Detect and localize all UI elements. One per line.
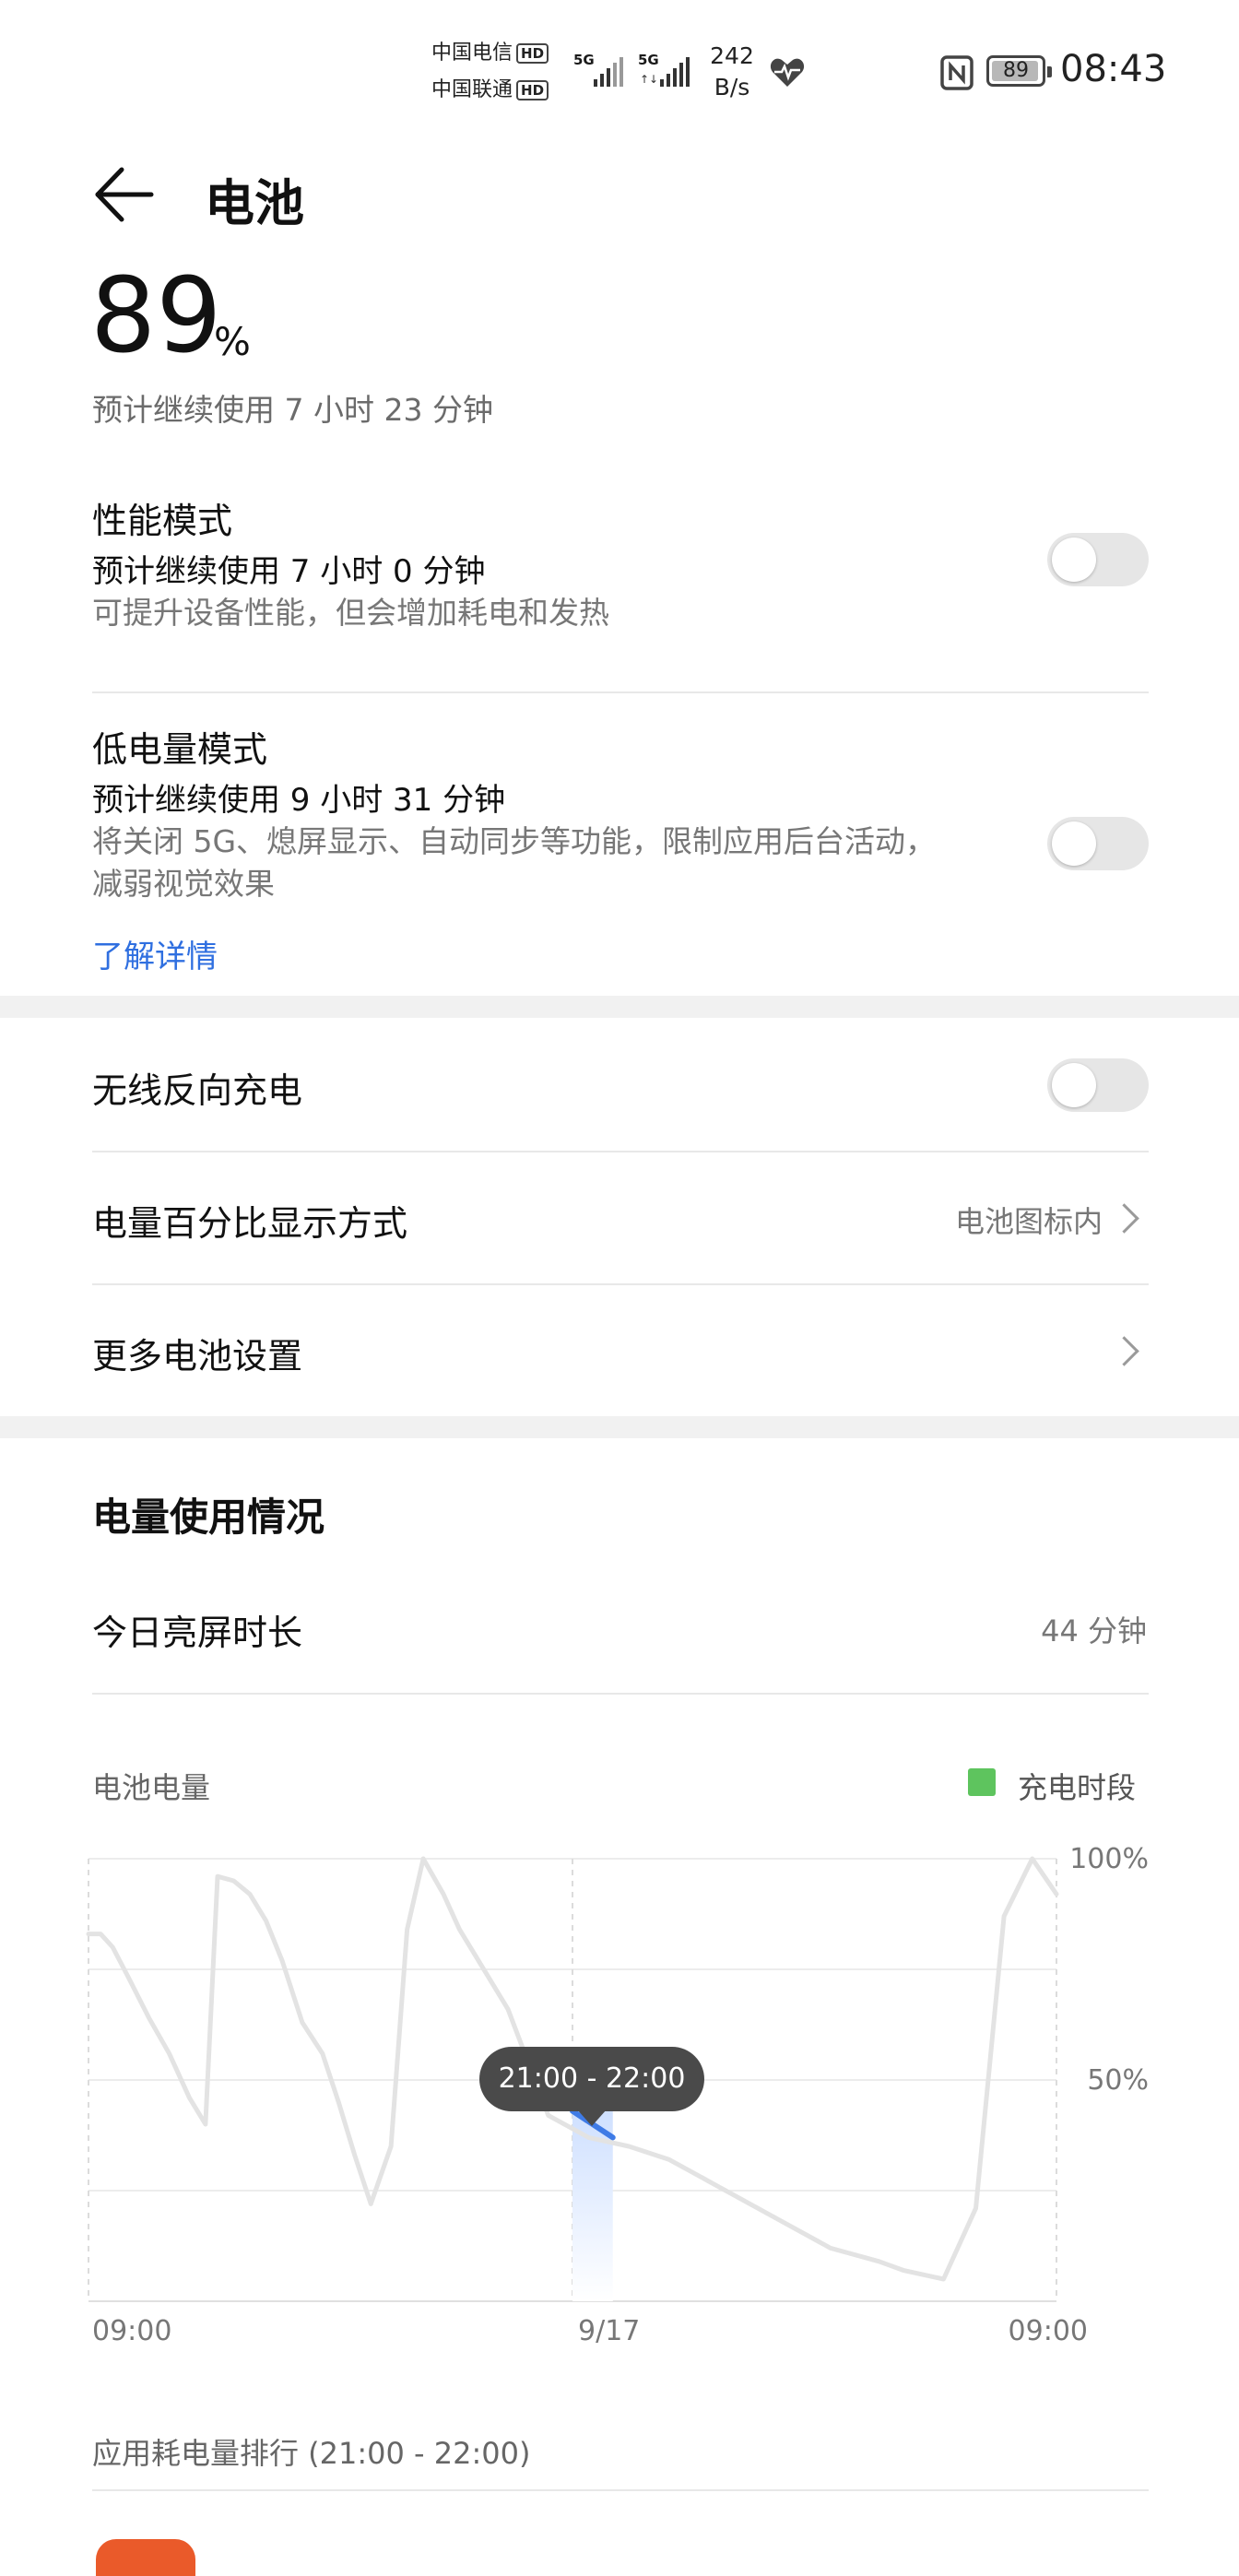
toggle-knob [1052,538,1096,582]
screen-time-label: 今日亮屏时长 [92,1613,303,1653]
low-power-mode-desc-1: 将关闭 5G、熄屏显示、自动同步等功能，限制应用后台活动， [92,823,937,859]
low-power-mode-title: 低电量模式 [92,729,268,770]
back-arrow-icon[interactable] [92,162,157,227]
wireless-reverse-toggle[interactable] [1047,1058,1149,1112]
toggle-knob [1052,1063,1096,1107]
speed-value: 242 [710,42,754,69]
y-tick-label: 50% [1087,2064,1149,2097]
status-time: 08:43 [1060,48,1167,90]
y-tick-label: 100% [1069,1843,1149,1875]
low-power-mode-remaining: 预计继续使用 9 小时 31 分钟 [92,782,506,819]
hd-badge-2: HD [516,80,549,100]
signal-5g-icon: 5G [573,52,627,89]
low-power-mode-desc-2: 减弱视觉效果 [92,866,275,902]
performance-mode-toggle[interactable] [1047,533,1149,586]
wireless-reverse-title: 无线反向充电 [92,1070,303,1111]
nfc-icon [940,55,974,94]
section-separator [0,1416,1239,1438]
divider [92,1693,1149,1695]
remaining-time: 预计继续使用 7 小时 23 分钟 [92,392,493,428]
divider [92,2489,1149,2491]
battery-status-level: 89 [1003,59,1029,82]
chart-tooltip-tail [577,2109,607,2126]
app-ranking-label: 应用耗电量排行 (21:00 - 22:00) [92,2436,531,2471]
learn-more-link[interactable]: 了解详情 [92,931,218,976]
percent-display-title: 电量百分比显示方式 [92,1203,408,1244]
toggle-knob [1052,821,1096,866]
battery-status-icon: 89 [986,55,1052,87]
svg-text:↑↓: ↑↓ [640,73,658,86]
usage-section-title: 电量使用情况 [92,1495,325,1540]
section-separator [0,996,1239,1018]
network-speed: 242 B/s [702,41,761,103]
divider [92,691,1149,693]
screen-time-value: 44 分钟 [1041,1613,1147,1648]
carrier-2-label: 中国联通 [431,78,513,101]
more-settings-title: 更多电池设置 [92,1336,303,1377]
performance-mode-title: 性能模式 [92,501,233,541]
hd-badge-1: HD [516,43,549,64]
legend-swatch [968,1768,996,1796]
low-power-mode-toggle[interactable] [1047,817,1149,870]
heart-health-icon [769,55,806,92]
carrier-2: 中国联通 HD [431,74,549,107]
signal-5g-icon-2: 5G ↑↓ [638,52,695,89]
x-tick-label: 09:00 [1009,2315,1088,2347]
page-title: 电池 [205,174,304,232]
battery-percent: 89 [90,256,222,376]
performance-mode-remaining: 预计继续使用 7 小时 0 分钟 [92,553,486,590]
legend-label: 充电时段 [1018,1770,1137,1805]
chart-tooltip: 21:00 - 22:00 [479,2047,704,2111]
x-tick-label: 09:00 [92,2315,171,2347]
x-tick-label: 9/17 [578,2315,640,2347]
percent-sign: % [214,319,251,364]
speed-unit: B/s [714,74,750,100]
chart-title: 电池电量 [92,1770,211,1805]
carrier-1: 中国电信 HD [431,37,549,70]
performance-mode-desc: 可提升设备性能，但会增加耗电和发热 [92,595,609,631]
percent-display-value: 电池图标内 [954,1204,1103,1239]
carrier-1-label: 中国电信 [431,41,513,65]
app-icon[interactable] [96,2539,195,2576]
